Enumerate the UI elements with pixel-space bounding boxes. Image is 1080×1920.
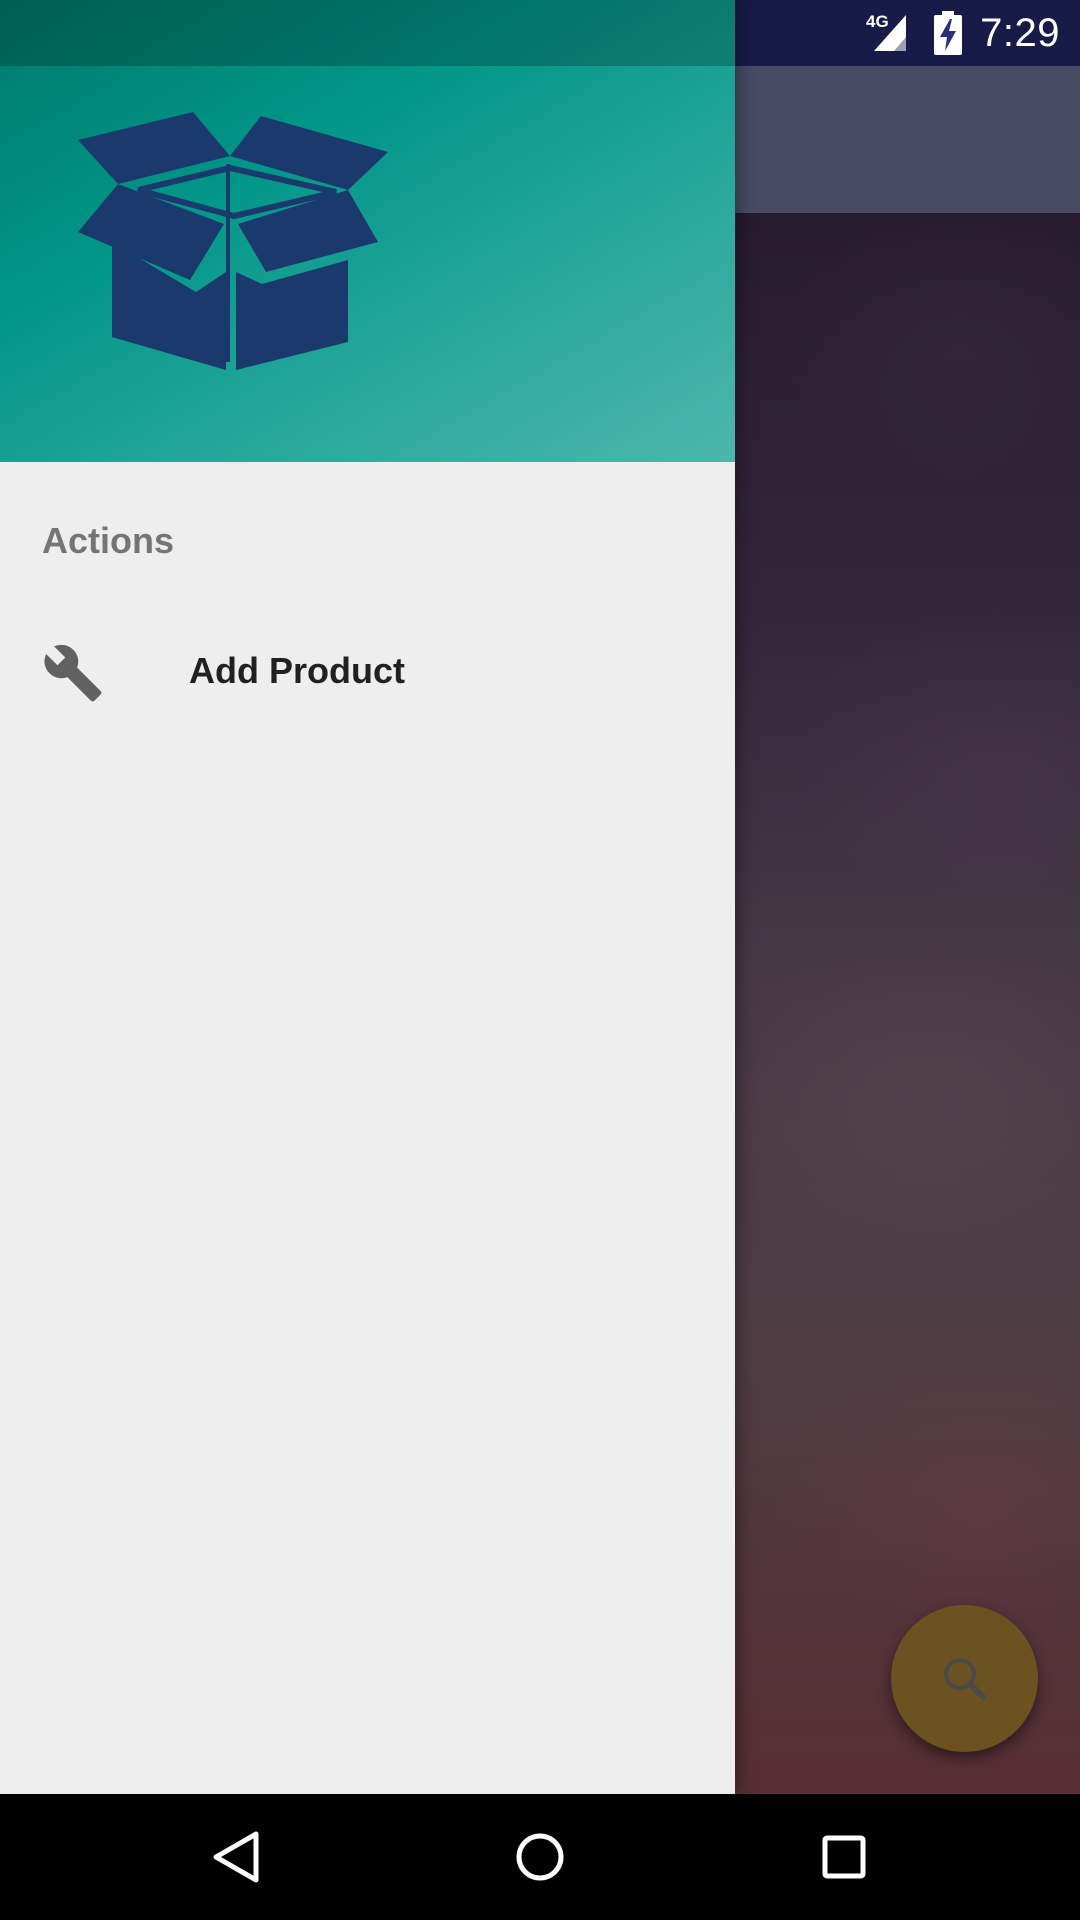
back-button[interactable] (201, 1822, 271, 1892)
screen: 4G 7:29 Actions Add Product (0, 0, 1080, 1920)
wrench-icon (44, 644, 102, 702)
nav-item-label: Add Product (189, 650, 405, 691)
home-icon (516, 1833, 564, 1881)
signal-icon: 4G (866, 12, 907, 51)
recents-icon (822, 1835, 866, 1879)
status-time: 7:29 (980, 10, 1060, 55)
status-bar: 4G 7:29 (866, 0, 1060, 66)
nav-item-add-product[interactable]: Add Product (0, 620, 735, 724)
home-button[interactable] (505, 1822, 575, 1892)
open-box-icon (78, 112, 388, 370)
drawer-status-shade (0, 0, 735, 66)
system-navigation-bar (0, 1794, 1080, 1920)
search-icon (943, 1657, 986, 1700)
navigation-drawer: Actions Add Product (0, 0, 735, 1794)
search-fab[interactable] (891, 1605, 1038, 1752)
section-label-actions: Actions (42, 520, 175, 561)
drawer-header (0, 0, 735, 462)
recents-button[interactable] (809, 1822, 879, 1892)
back-icon (213, 1831, 259, 1883)
network-type-label: 4G (866, 12, 889, 31)
battery-charging-icon (934, 11, 963, 55)
